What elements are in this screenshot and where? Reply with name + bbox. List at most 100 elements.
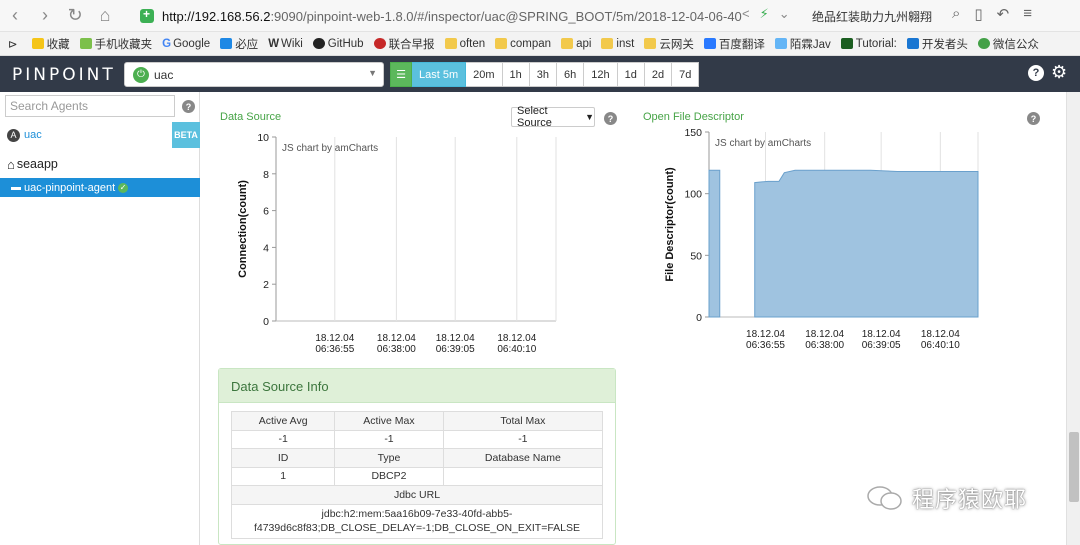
- x-tick-date: 18.12.04: [862, 329, 901, 340]
- bookmark-item[interactable]: 云网关: [644, 36, 694, 52]
- bookmark-item[interactable]: 陌霖Jav: [774, 36, 831, 52]
- search-promo[interactable]: 绝品红装助力九州翱翔: [812, 8, 932, 25]
- bookmark-item[interactable]: compan: [495, 38, 551, 50]
- y-axis-title: File Descriptor(count): [664, 167, 676, 282]
- bookmark-item[interactable]: often: [444, 38, 485, 50]
- range-12h[interactable]: 12h: [584, 62, 618, 87]
- range-20m[interactable]: 20m: [466, 62, 503, 87]
- application-select[interactable]: ⏻ uac ▼: [124, 62, 384, 87]
- share-icon[interactable]: <: [742, 6, 750, 22]
- range-6h[interactable]: 6h: [557, 62, 585, 87]
- bookmark-item[interactable]: 微信公众: [977, 36, 1039, 52]
- table-row: Active Avg Active Max Total Max: [230, 411, 604, 431]
- value-active-avg: -1: [230, 429, 336, 449]
- pinpoint-logo[interactable]: PINPOINT: [12, 65, 116, 85]
- x-tick-time: 06:38:00: [805, 340, 844, 351]
- bookmark-item[interactable]: inst: [601, 38, 634, 50]
- inspector-main: Data Source Select Source ▼ ? Open File …: [210, 92, 1065, 545]
- bookmark-item[interactable]: 必应: [220, 36, 258, 52]
- help-icon[interactable]: ?: [1028, 65, 1044, 81]
- table-row: -1 -1 -1: [230, 429, 604, 449]
- data-source-chart-svg: 0 2 4 6 8 10 Connection(count) JS chart by amCh…: [237, 132, 557, 355]
- phone-icon[interactable]: ▯: [974, 5, 982, 23]
- range-1d[interactable]: 1d: [617, 62, 645, 87]
- sidebar-host-row[interactable]: ⌂ seaapp: [0, 154, 200, 174]
- select-source-dropdown[interactable]: Select Source ▼: [511, 105, 595, 129]
- header-type: Type: [334, 448, 444, 468]
- help-icon[interactable]: ?: [604, 112, 617, 125]
- url-host: http://192.168.56.2: [162, 8, 271, 24]
- home-icon[interactable]: ⌂: [90, 0, 120, 32]
- zaobao-icon: [373, 38, 386, 49]
- sidebar-toggle-icon[interactable]: ⊳: [8, 37, 18, 51]
- bookmark-item[interactable]: G Google: [162, 38, 210, 50]
- chevron-down-icon[interactable]: ⌄: [779, 6, 790, 22]
- reload-icon[interactable]: ↻: [60, 0, 90, 32]
- bookmark-item[interactable]: 百度翻译: [703, 36, 765, 52]
- scrollbar-thumb[interactable]: [1069, 432, 1079, 502]
- range-1h[interactable]: 1h: [502, 62, 530, 87]
- address-bar[interactable]: http://192.168.56.2:9090/pinpoint-web-1.…: [140, 4, 800, 28]
- fd-chart-svg: 0 50 100 150 File Descriptor(count) JS chart …: [664, 127, 979, 351]
- value-type: DBCP2: [334, 466, 444, 486]
- table-row: jdbc:h2:mem:5aa16b09-7e33-40fd-abb5-f473…: [231, 503, 603, 539]
- value-active-max: -1: [334, 429, 444, 449]
- agent-label: uac-pinpoint-agent: [24, 181, 116, 194]
- help-icon[interactable]: ?: [182, 100, 195, 113]
- search-agents-input[interactable]: Search Agents: [5, 95, 175, 117]
- bing-icon: [220, 38, 233, 49]
- bookmark-item[interactable]: api: [561, 38, 591, 50]
- y-tick-label: 4: [263, 242, 269, 254]
- undo-icon[interactable]: ↶: [997, 5, 1010, 23]
- y-tick-label: 0: [696, 312, 702, 324]
- address-tools: < ⚡ ⌄: [742, 6, 790, 22]
- header-jdbc-url: Jdbc URL: [231, 485, 603, 505]
- x-tick-date: 18.12.04: [377, 333, 416, 344]
- back-icon[interactable]: ‹: [0, 0, 30, 32]
- wiki-icon: W: [268, 37, 280, 50]
- tutorial-icon: [840, 38, 853, 49]
- data-source-chart: 0 2 4 6 8 10 Connection(count) JS chart by amCh…: [210, 128, 630, 358]
- sidebar-app-row[interactable]: A uac BETA: [0, 122, 200, 148]
- beta-badge[interactable]: BETA: [172, 122, 200, 148]
- bookmark-item[interactable]: W Wiki: [268, 38, 303, 50]
- devtoutiao-icon: [906, 38, 919, 49]
- bookmark-item[interactable]: Tutorial:: [840, 38, 897, 50]
- search-icon[interactable]: ⌕: [952, 5, 960, 23]
- gear-icon[interactable]: ⚙: [1051, 62, 1067, 83]
- sidebar-agent-row[interactable]: ▬ uac-pinpoint-agent ✓: [0, 178, 200, 197]
- value-total-max: -1: [442, 429, 604, 449]
- bookmark-item[interactable]: 联合早报: [373, 36, 435, 52]
- area-series: [754, 169, 979, 318]
- range-7d[interactable]: 7d: [672, 62, 700, 87]
- forward-icon[interactable]: ›: [30, 0, 60, 32]
- y-tick-label: 10: [257, 132, 269, 144]
- bookmark-item[interactable]: 收藏: [31, 36, 70, 52]
- x-tick-date: 18.12.04: [315, 333, 354, 344]
- x-tick-time: 06:36:55: [746, 340, 785, 351]
- range-last-5m[interactable]: Last 5m: [412, 62, 467, 87]
- star-icon: [31, 38, 44, 49]
- watermark: 程序猿欧耶: [866, 482, 1027, 514]
- fd-title: Open File Descriptor: [643, 111, 744, 123]
- range-3h[interactable]: 3h: [529, 62, 558, 87]
- y-tick-label: 6: [263, 206, 269, 218]
- grid-icon[interactable]: ☰: [390, 62, 412, 87]
- bookmarks-bar: ⊳ 收藏 手机收藏夹 G Google 必应 W Wiki GitHub 联合早报 …: [0, 32, 1080, 56]
- range-2d[interactable]: 2d: [644, 62, 673, 87]
- phone-bookmark-icon: [79, 38, 92, 49]
- menu-icon[interactable]: ≡: [1023, 5, 1032, 23]
- wechat-watermark-icon: [867, 486, 902, 510]
- bookmark-item[interactable]: 开发者头: [906, 36, 968, 52]
- bookmark-item[interactable]: 手机收藏夹: [79, 36, 152, 52]
- lightning-icon[interactable]: ⚡: [760, 6, 769, 22]
- value-id: 1: [230, 466, 336, 486]
- secure-shield-icon: [140, 7, 154, 23]
- home-icon: ⌂: [7, 156, 15, 172]
- bookmark-item[interactable]: GitHub: [312, 38, 364, 50]
- y-tick-label: 150: [684, 127, 702, 139]
- application-name: uac: [154, 67, 174, 82]
- app-header: PINPOINT ⏻ uac ▼ ☰ Last 5m 20m 1h 3h 6h …: [0, 56, 1080, 92]
- page-scrollbar[interactable]: [1066, 92, 1080, 545]
- browser-right-tools: ⌕ ▯ ↶ ≡: [952, 5, 1032, 23]
